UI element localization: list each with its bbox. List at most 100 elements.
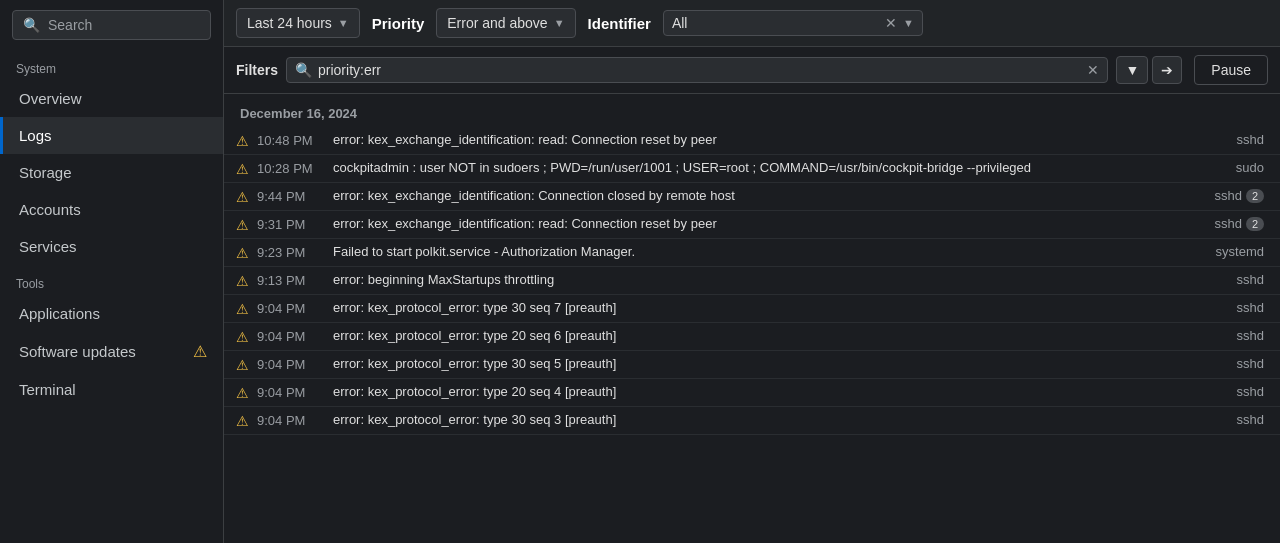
filter-dropdown-btn[interactable]: ▼: [1116, 56, 1148, 84]
warning-icon: ⚠: [236, 385, 249, 401]
search-box[interactable]: 🔍 Search: [12, 10, 211, 40]
log-row[interactable]: ⚠ 9:23 PM Failed to start polkit.service…: [224, 239, 1280, 267]
system-section-label: System: [0, 50, 223, 80]
pause-button[interactable]: Pause: [1194, 55, 1268, 85]
sidebar-item-logs[interactable]: Logs: [0, 117, 223, 154]
log-time: 9:04 PM: [257, 357, 325, 372]
log-row[interactable]: ⚠ 10:28 PM cockpitadmin : user NOT in su…: [224, 155, 1280, 183]
priority-heading: Priority: [368, 15, 429, 32]
warning-icon: ⚠: [236, 217, 249, 233]
log-source: sshd: [1237, 412, 1264, 427]
sidebar-item-accounts[interactable]: Accounts: [0, 191, 223, 228]
time-chevron-icon: ▼: [338, 17, 349, 29]
sidebar-item-label: Logs: [19, 127, 52, 144]
log-row[interactable]: ⚠ 9:04 PM error: kex_protocol_error: typ…: [224, 351, 1280, 379]
log-source: sudo: [1236, 160, 1264, 175]
log-source: sshd: [1237, 132, 1264, 147]
log-row[interactable]: ⚠ 9:04 PM error: kex_protocol_error: typ…: [224, 407, 1280, 435]
sidebar-item-storage[interactable]: Storage: [0, 154, 223, 191]
date-header: December 16, 2024: [224, 94, 1280, 127]
log-time: 9:04 PM: [257, 413, 325, 428]
log-badge: 2: [1246, 217, 1264, 231]
warning-icon: ⚠: [236, 273, 249, 289]
sidebar: 🔍 Search System Overview Logs Storage Ac…: [0, 0, 224, 543]
log-message: Failed to start polkit.service - Authori…: [333, 244, 1200, 259]
log-source: sshd2: [1214, 188, 1264, 203]
log-source: sshd: [1237, 328, 1264, 343]
sidebar-item-applications[interactable]: Applications: [0, 295, 223, 332]
log-time: 10:48 PM: [257, 133, 325, 148]
filters-label: Filters: [236, 62, 278, 78]
log-row[interactable]: ⚠ 9:04 PM error: kex_protocol_error: typ…: [224, 295, 1280, 323]
log-time: 10:28 PM: [257, 161, 325, 176]
log-badge: 2: [1246, 189, 1264, 203]
log-time: 9:04 PM: [257, 301, 325, 316]
log-row[interactable]: ⚠ 9:31 PM error: kex_exchange_identifica…: [224, 211, 1280, 239]
log-row[interactable]: ⚠ 9:13 PM error: beginning MaxStartups t…: [224, 267, 1280, 295]
warning-icon: ⚠: [236, 133, 249, 149]
log-time: 9:13 PM: [257, 273, 325, 288]
log-rows-container: ⚠ 10:48 PM error: kex_exchange_identific…: [224, 127, 1280, 435]
time-label: Last 24 hours: [247, 15, 332, 31]
tools-section-label: Tools: [0, 265, 223, 295]
log-row[interactable]: ⚠ 9:44 PM error: kex_exchange_identifica…: [224, 183, 1280, 211]
log-message: error: kex_protocol_error: type 20 seq 6…: [333, 328, 1221, 343]
log-source: sshd2: [1214, 216, 1264, 231]
warning-icon: ⚠: [236, 301, 249, 317]
priority-value: Error and above: [447, 15, 547, 31]
log-message: error: beginning MaxStartups throttling: [333, 272, 1221, 287]
identifier-input[interactable]: [672, 15, 879, 31]
filter-forward-btn[interactable]: ➔: [1152, 56, 1182, 84]
filter-actions: ▼ ➔: [1116, 56, 1182, 84]
log-row[interactable]: ⚠ 9:04 PM error: kex_protocol_error: typ…: [224, 323, 1280, 351]
log-source: sshd: [1237, 300, 1264, 315]
filter-bar: Filters 🔍 ✕ ▼ ➔ Pause: [224, 47, 1280, 94]
log-message: error: kex_protocol_error: type 30 seq 7…: [333, 300, 1221, 315]
sidebar-item-software-updates[interactable]: Software updates ⚠: [0, 332, 223, 371]
filter-input[interactable]: [318, 62, 1081, 78]
search-icon: 🔍: [23, 17, 40, 33]
log-time: 9:44 PM: [257, 189, 325, 204]
sidebar-item-terminal[interactable]: Terminal: [0, 371, 223, 408]
sidebar-item-label: Storage: [19, 164, 72, 181]
log-source: sshd: [1237, 384, 1264, 399]
log-message: error: kex_exchange_identification: read…: [333, 216, 1198, 231]
warning-icon: ⚠: [236, 329, 249, 345]
filter-search-icon: 🔍: [295, 62, 312, 78]
log-message: error: kex_protocol_error: type 30 seq 5…: [333, 356, 1221, 371]
sidebar-item-services[interactable]: Services: [0, 228, 223, 265]
log-time: 9:31 PM: [257, 217, 325, 232]
clear-filter-icon[interactable]: ✕: [1087, 62, 1099, 78]
log-time: 9:04 PM: [257, 385, 325, 400]
log-message: error: kex_protocol_error: type 20 seq 4…: [333, 384, 1221, 399]
warning-icon: ⚠: [193, 342, 207, 361]
top-bar: Last 24 hours ▼ Priority Error and above…: [224, 0, 1280, 47]
sidebar-item-label: Overview: [19, 90, 82, 107]
warning-icon: ⚠: [236, 357, 249, 373]
identifier-input-wrap: ✕ ▼: [663, 10, 923, 36]
log-row[interactable]: ⚠ 10:48 PM error: kex_exchange_identific…: [224, 127, 1280, 155]
identifier-heading: Identifier: [584, 15, 655, 32]
sidebar-item-label: Accounts: [19, 201, 81, 218]
sidebar-item-label: Services: [19, 238, 77, 255]
sidebar-item-label: Terminal: [19, 381, 76, 398]
log-source: systemd: [1216, 244, 1264, 259]
log-source: sshd: [1237, 272, 1264, 287]
log-time: 9:23 PM: [257, 245, 325, 260]
priority-dropdown[interactable]: Error and above ▼: [436, 8, 575, 38]
log-message: error: kex_exchange_identification: Conn…: [333, 188, 1198, 203]
warning-icon: ⚠: [236, 161, 249, 177]
log-message: cockpitadmin : user NOT in sudoers ; PWD…: [333, 160, 1220, 175]
sidebar-item-overview[interactable]: Overview: [0, 80, 223, 117]
log-content: December 16, 2024 ⚠ 10:48 PM error: kex_…: [224, 94, 1280, 543]
warning-icon: ⚠: [236, 245, 249, 261]
log-time: 9:04 PM: [257, 329, 325, 344]
time-dropdown[interactable]: Last 24 hours ▼: [236, 8, 360, 38]
sidebar-item-label: Applications: [19, 305, 100, 322]
log-message: error: kex_protocol_error: type 30 seq 3…: [333, 412, 1221, 427]
filter-input-wrap: 🔍 ✕: [286, 57, 1108, 83]
log-row[interactable]: ⚠ 9:04 PM error: kex_protocol_error: typ…: [224, 379, 1280, 407]
clear-identifier-icon[interactable]: ✕: [885, 15, 897, 31]
identifier-chevron-icon[interactable]: ▼: [903, 17, 914, 29]
log-message: error: kex_exchange_identification: read…: [333, 132, 1221, 147]
